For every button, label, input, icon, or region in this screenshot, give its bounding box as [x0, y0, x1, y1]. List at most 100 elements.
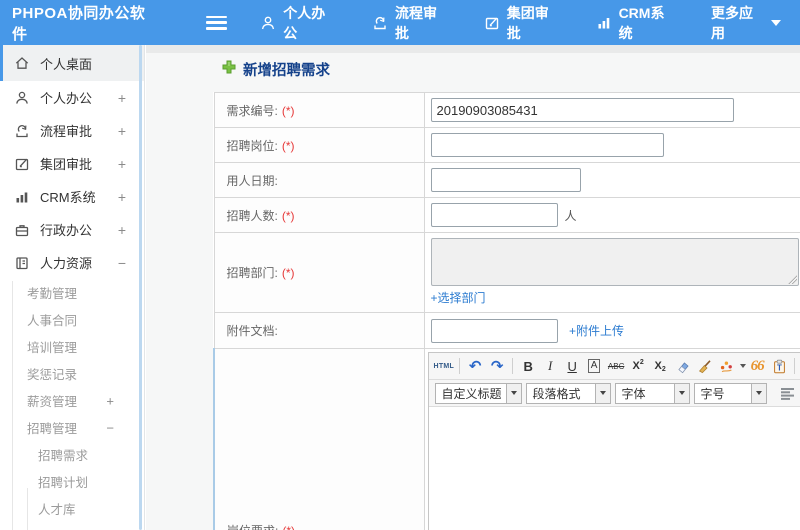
collapse-icon[interactable]: − — [106, 420, 114, 435]
chevron-down-icon — [595, 382, 611, 404]
main-content: 新增招聘需求 需求编号:(*) 招聘岗位:(*) — [146, 45, 800, 530]
sidebar: 个人桌面 个人办公 + 流程审批 + 集团审批 + CRM系统 + 行政办公 +… — [0, 45, 145, 530]
html-source-button[interactable]: HTML — [434, 356, 455, 376]
expand-icon[interactable]: + — [106, 393, 114, 408]
sidebar-item-group-approval[interactable]: 集团审批 + — [0, 147, 144, 180]
sidebar-subitem-recruit-mgmt[interactable]: 招聘管理 − — [0, 414, 144, 441]
sidebar-item-label: 招聘需求 — [38, 449, 89, 463]
svg-text:T: T — [777, 363, 782, 372]
app-logo: PHPOA协同办公软件 — [12, 4, 146, 43]
sidebar-subitem-attendance[interactable]: 考勤管理 — [0, 279, 144, 306]
chevron-down-icon — [751, 382, 767, 404]
attachment-input[interactable] — [430, 318, 558, 343]
editor-toolbar-row2: 自定义标题 段落格式 字体 字号 — [428, 380, 800, 407]
recruit-position-input[interactable] — [430, 133, 664, 157]
superscript-button[interactable]: X2 — [628, 356, 648, 376]
blockquote-button[interactable]: 66 — [747, 356, 767, 376]
nav-more-apps[interactable]: 更多应用 — [692, 3, 800, 43]
expand-icon[interactable]: + — [118, 156, 126, 172]
sidebar-subitem-salary[interactable]: 薪资管理 + — [0, 387, 144, 414]
doodle-color-icon[interactable] — [716, 356, 736, 376]
sidebar-item-label: 招聘管理 — [27, 422, 78, 436]
hamburger-menu-icon[interactable] — [206, 15, 228, 30]
paste-clipboard-icon[interactable]: T — [769, 356, 789, 376]
required-mark: (*) — [281, 208, 295, 223]
table-row: 招聘人数: (*) 人 — [213, 197, 800, 233]
sidebar-subitem-recruit-plan[interactable]: 招聘计划 — [0, 468, 144, 495]
char-border-button[interactable]: A — [587, 359, 601, 373]
field-label: 招聘人数: — [226, 208, 278, 223]
field-label: 用人日期: — [226, 173, 278, 188]
employ-date-input[interactable] — [430, 168, 581, 192]
nav-group-approval[interactable]: 集团审批 — [465, 3, 577, 43]
font-size-dropdown[interactable]: 字号 — [693, 382, 767, 404]
paragraph-format-dropdown[interactable]: 段落格式 — [525, 382, 611, 404]
expand-icon[interactable]: + — [118, 90, 126, 106]
field-label: 招聘岗位: — [226, 138, 278, 153]
table-row: 岗位要求: (*) HTML ↶ ↷ B I U — [213, 348, 800, 530]
nav-personal-office[interactable]: 个人办公 — [241, 3, 353, 43]
subscript-button[interactable]: X2 — [650, 356, 670, 376]
nav-label: 更多应用 — [710, 4, 753, 41]
sidebar-item-crm-system[interactable]: CRM系统 + — [0, 180, 144, 213]
sidebar-item-admin-office[interactable]: 行政办公 + — [0, 213, 144, 246]
user-icon — [14, 90, 31, 106]
add-plus-icon — [222, 60, 236, 79]
sidebar-item-personal-desktop[interactable]: 个人桌面 — [0, 45, 144, 81]
bar-chart-icon — [14, 189, 31, 205]
italic-button[interactable]: I — [540, 356, 560, 376]
chevron-down-icon[interactable] — [740, 364, 747, 368]
strikethrough-button[interactable]: ABC — [606, 356, 626, 376]
book-icon — [14, 255, 31, 271]
toolbar-separator — [459, 358, 461, 374]
nav-workflow-approval[interactable]: 流程审批 — [353, 3, 465, 43]
attachment-upload-link[interactable]: +附件上传 — [569, 324, 624, 338]
headcount-input[interactable] — [430, 203, 558, 227]
select-department-link[interactable]: +选择部门 — [431, 289, 486, 306]
bar-chart-icon — [596, 15, 612, 31]
collapse-icon[interactable]: − — [118, 255, 126, 271]
required-mark: (*) — [281, 138, 295, 153]
sidebar-subitem-talent-pool[interactable]: 人才库 — [0, 495, 144, 522]
align-left-icon[interactable] — [778, 383, 798, 403]
required-mark: (*) — [281, 103, 295, 118]
sidebar-item-label: 薪资管理 — [27, 395, 78, 409]
table-row: 招聘部门: (*) +选择部门 — [213, 232, 800, 313]
undo-button[interactable]: ↶ — [465, 356, 485, 376]
sidebar-subitem-hr-contract[interactable]: 人事合同 — [0, 306, 144, 333]
expand-icon[interactable]: + — [118, 189, 126, 205]
sidebar-subitem-recruit-demand[interactable]: 招聘需求 — [0, 441, 144, 468]
sidebar-item-label: 考勤管理 — [27, 287, 78, 301]
department-textarea[interactable] — [430, 238, 799, 286]
resize-grip[interactable] — [787, 275, 797, 284]
expand-icon[interactable]: + — [118, 222, 126, 238]
editor-toolbar-row1: HTML ↶ ↷ B I U A ABC X2 X2 66 T — [428, 353, 800, 380]
page-title: 新增招聘需求 — [222, 59, 330, 80]
sidebar-subitem-training[interactable]: 培训管理 — [0, 333, 144, 360]
redo-button[interactable]: ↷ — [487, 356, 507, 376]
demand-number-input[interactable] — [430, 98, 734, 122]
underline-button[interactable]: U — [562, 356, 582, 376]
briefcase-icon — [14, 222, 31, 238]
edit-icon — [14, 156, 31, 172]
nav-crm-system[interactable]: CRM系统 — [577, 3, 692, 43]
expand-icon[interactable]: + — [118, 123, 126, 139]
workflow-icon — [372, 15, 388, 31]
sidebar-item-human-resources[interactable]: 人力资源 − — [0, 246, 144, 279]
toolbar-separator — [794, 358, 796, 374]
table-row: 用人日期: — [213, 162, 800, 198]
user-icon — [260, 15, 276, 31]
sidebar-subitem-rewards[interactable]: 奖惩记录 — [0, 360, 144, 387]
sidebar-item-label: 奖惩记录 — [27, 368, 78, 382]
eraser-icon[interactable] — [672, 356, 692, 376]
editor-content-area[interactable] — [428, 407, 800, 530]
sidebar-item-personal-office[interactable]: 个人办公 + — [0, 81, 144, 114]
sidebar-item-workflow-approval[interactable]: 流程审批 + — [0, 114, 144, 147]
sidebar-scrollbar[interactable] — [139, 45, 142, 530]
format-brush-icon[interactable] — [694, 356, 714, 376]
font-family-dropdown[interactable]: 字体 — [614, 382, 690, 404]
bold-button[interactable]: B — [518, 356, 538, 376]
unit-suffix: 人 — [564, 208, 577, 223]
custom-title-dropdown[interactable]: 自定义标题 — [434, 382, 522, 404]
table-row: 需求编号: (*) — [213, 92, 800, 128]
